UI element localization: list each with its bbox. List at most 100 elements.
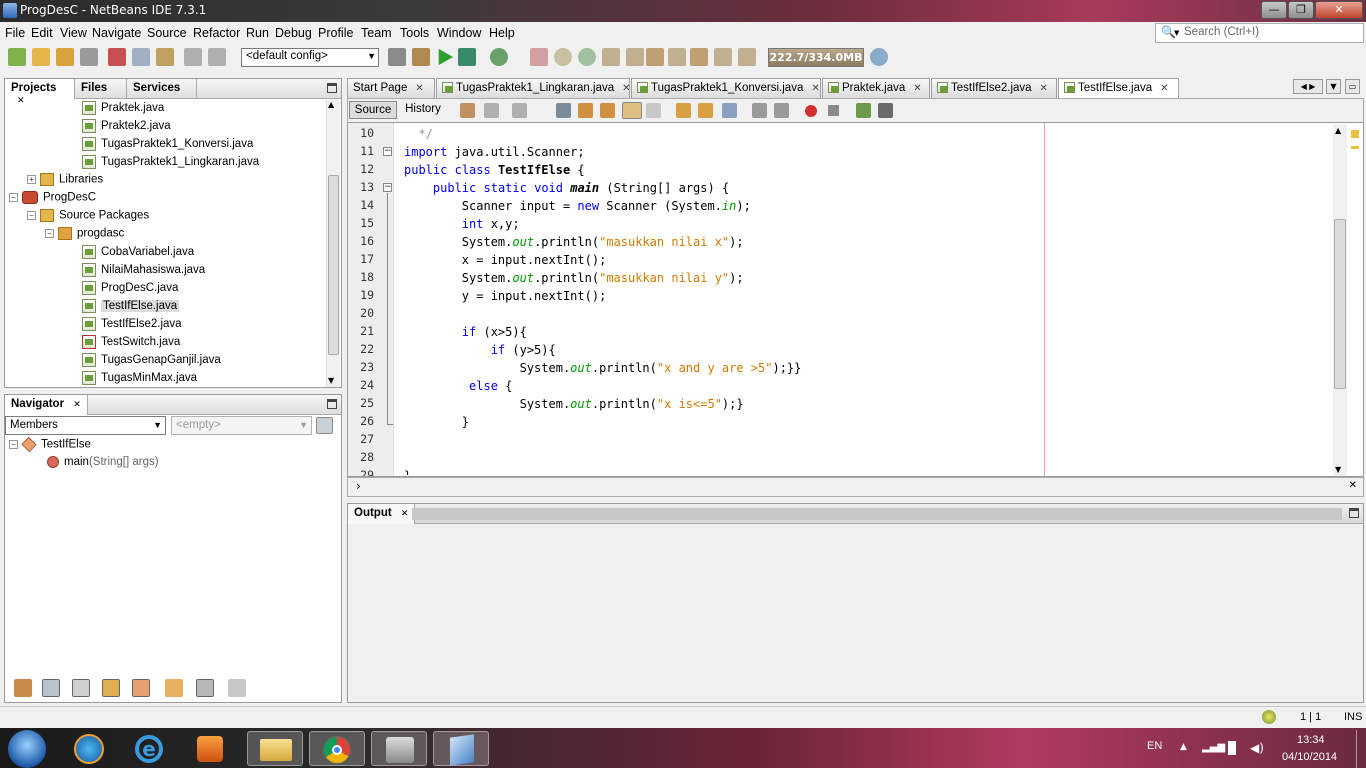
code-line[interactable]: } [404, 413, 801, 431]
cut-icon[interactable] [108, 48, 126, 66]
tree-item-selected[interactable]: TestIfElse.java [82, 299, 180, 317]
forward-icon[interactable] [512, 103, 527, 118]
scroll-thumb[interactable] [328, 175, 339, 355]
editor-scrollbar[interactable]: ▲ ▼ [1333, 124, 1347, 476]
pause-icon[interactable] [554, 48, 572, 66]
save-all-icon[interactable] [80, 48, 98, 66]
menu-navigate[interactable]: Navigate [92, 26, 141, 40]
code-line[interactable]: Scanner input = new Scanner (System.in); [404, 197, 801, 215]
shift-left-icon[interactable] [752, 103, 767, 118]
code-line[interactable]: if (x>5){ [404, 323, 801, 341]
scroll-up-icon[interactable]: ▲ [328, 100, 334, 109]
code-line[interactable]: */ [404, 125, 801, 143]
close-icon[interactable]: ✕ [1160, 83, 1168, 94]
minimize-panel-icon[interactable] [327, 83, 337, 93]
collapse-icon[interactable]: − [9, 193, 18, 202]
source-button[interactable]: Source [349, 101, 397, 119]
tree-item[interactable]: TugasPraktek1_Konversi.java [82, 137, 253, 155]
step-over-icon[interactable] [602, 48, 620, 66]
take-snapshot-icon[interactable] [738, 48, 756, 66]
find-next-icon[interactable] [600, 103, 615, 118]
minimize-panel-icon[interactable] [327, 399, 337, 409]
collapse-icon[interactable]: − [45, 229, 54, 238]
insert-mode[interactable]: INS [1344, 711, 1362, 723]
close-icon[interactable]: ✕ [415, 83, 423, 94]
apply-changes-icon[interactable] [714, 48, 732, 66]
code-line[interactable] [404, 449, 801, 467]
network-icon[interactable]: ▂▄▆ [1202, 742, 1225, 753]
nav-inherited-icon[interactable] [132, 679, 150, 697]
chevron-right-icon[interactable]: › [356, 479, 361, 493]
tree-item[interactable]: TestIfElse2.java [82, 317, 182, 335]
tab-services[interactable]: Services [127, 79, 197, 99]
search-input[interactable]: 🔍 ▼ Search (Ctrl+I) [1155, 23, 1364, 43]
find-previous-icon[interactable] [578, 103, 593, 118]
tree-item[interactable]: TugasPraktek1_Lingkaran.java [82, 155, 259, 173]
copy-icon[interactable] [132, 48, 150, 66]
code-line[interactable]: System.out.println("masukkan nilai y"); [404, 269, 801, 287]
scroll-down-icon[interactable]: ▼ [1335, 465, 1341, 474]
code-text[interactable]: */import java.util.Scanner; public class … [404, 125, 801, 475]
tree-item-source-packages[interactable]: − Source Packages [27, 209, 149, 227]
debug-icon[interactable] [458, 48, 476, 66]
filter-options-icon[interactable] [316, 417, 333, 434]
nav-toolbar-icon[interactable] [14, 679, 32, 697]
tab-projects[interactable]: Projects ✕ [5, 79, 75, 105]
taskbar-media-player[interactable] [182, 731, 238, 766]
tab-start-page[interactable]: Start Page ✕ [347, 78, 435, 98]
close-icon[interactable]: ✕ [1040, 83, 1048, 94]
filter-select[interactable]: <empty> ▼ [171, 416, 312, 435]
menu-refactor[interactable]: Refactor [193, 26, 240, 40]
menu-debug[interactable]: Debug [275, 26, 312, 40]
stop-icon[interactable] [530, 48, 548, 66]
tab-files[interactable]: Files [75, 79, 127, 99]
menu-profile[interactable]: Profile [318, 26, 353, 40]
menu-run[interactable]: Run [246, 26, 269, 40]
warning-marker-icon[interactable] [1351, 130, 1359, 138]
step-into-icon[interactable] [646, 48, 664, 66]
close-icon[interactable]: ✕ [913, 83, 921, 94]
taskbar-app-launcher[interactable] [62, 731, 118, 766]
memory-indicator[interactable]: 222.7/334.0MB [768, 48, 864, 67]
fold-icon[interactable]: − [383, 183, 392, 192]
close-button[interactable]: ✕ [1315, 1, 1363, 19]
new-project-icon[interactable] [32, 48, 50, 66]
scroll-thumb[interactable] [1334, 219, 1346, 389]
uncomment-icon[interactable] [878, 103, 893, 118]
menu-team[interactable]: Team [361, 26, 392, 40]
code-line[interactable] [404, 431, 801, 449]
tree-item-package[interactable]: − progdasc [45, 227, 124, 245]
comment-icon[interactable] [856, 103, 871, 118]
tree-item[interactable]: NilaiMahasiswa.java [82, 263, 205, 281]
nav-sort-icon[interactable] [165, 679, 183, 697]
menu-window[interactable]: Window [437, 26, 481, 40]
toggle-bookmark-icon[interactable] [722, 103, 737, 118]
code-line[interactable]: import java.util.Scanner; [404, 143, 801, 161]
close-icon[interactable]: ✕ [73, 399, 81, 409]
next-bookmark-icon[interactable] [698, 103, 713, 118]
build-icon[interactable] [388, 48, 406, 66]
profile-icon[interactable] [490, 48, 508, 66]
members-select[interactable]: Members ▼ [5, 416, 166, 435]
warning-marker-icon[interactable] [1351, 146, 1359, 149]
tab-praktek[interactable]: Praktek.java ✕ [822, 78, 930, 98]
code-line[interactable]: System.out.println("x is<=5");} [404, 395, 801, 413]
tree-item[interactable]: Praktek.java [82, 101, 164, 119]
menu-tools[interactable]: Tools [400, 26, 429, 40]
minimize-button[interactable]: — [1261, 1, 1287, 19]
close-icon[interactable]: ✕ [622, 83, 630, 94]
taskbar-movie-maker[interactable] [371, 731, 427, 766]
menu-file[interactable]: File [5, 26, 25, 40]
language-indicator[interactable]: EN [1147, 740, 1162, 752]
nav-class-item[interactable]: − TestIfElse [9, 436, 91, 456]
code-line[interactable]: } [404, 467, 801, 475]
close-icon[interactable]: ✕ [811, 83, 819, 94]
code-line[interactable]: else { [404, 377, 801, 395]
toggle-highlight-icon[interactable] [622, 102, 642, 119]
code-line[interactable]: public static void main (String[] args) … [404, 179, 801, 197]
close-icon[interactable]: ✕ [1349, 480, 1357, 491]
history-button[interactable]: History [399, 101, 447, 119]
toggle-rectangular-icon[interactable] [646, 103, 661, 118]
tab-testifelse[interactable]: TestIfElse.java ✕ [1058, 78, 1179, 99]
tree-item[interactable]: TugasMinMax.java [82, 371, 197, 389]
